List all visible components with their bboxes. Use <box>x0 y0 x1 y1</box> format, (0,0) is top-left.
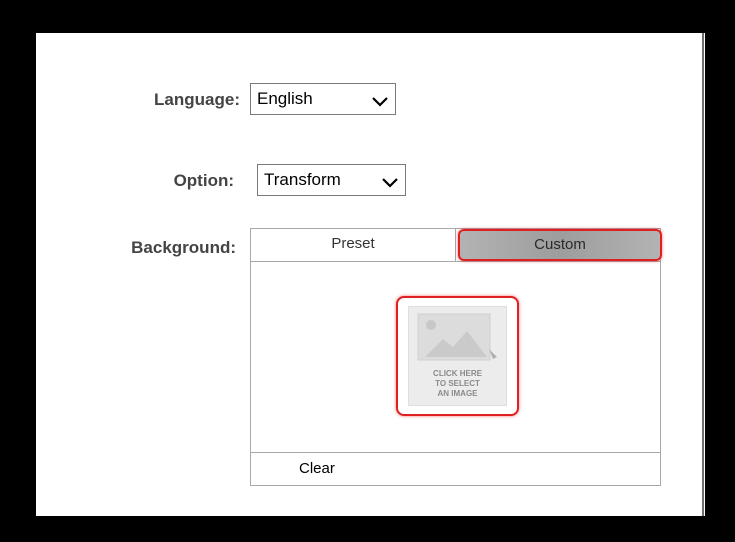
select-image-button[interactable]: CLICK HERE TO SELECT AN IMAGE <box>396 296 519 416</box>
clear-row: Clear <box>251 452 660 485</box>
option-select-value: Transform <box>264 170 341 189</box>
tab-preset[interactable]: Preset <box>251 229 456 261</box>
option-select[interactable]: Transform <box>257 164 406 196</box>
image-placeholder-text: CLICK HERE TO SELECT AN IMAGE <box>433 369 482 398</box>
background-label: Background: <box>131 238 236 257</box>
language-select[interactable]: English <box>250 83 396 115</box>
tab-custom[interactable]: Custom <box>458 229 662 261</box>
image-icon <box>417 313 497 361</box>
language-label: Language: <box>154 90 240 109</box>
language-select-value: English <box>257 89 313 108</box>
chevron-down-icon <box>381 174 399 194</box>
image-placeholder: CLICK HERE TO SELECT AN IMAGE <box>408 306 507 406</box>
clear-button[interactable]: Clear <box>299 460 335 477</box>
panel-divider <box>702 33 704 516</box>
option-label: Option: <box>173 171 234 190</box>
background-picker: Preset Custom CLICK HERE TO SELECT AN IM… <box>250 228 662 486</box>
chevron-down-icon <box>371 93 389 113</box>
